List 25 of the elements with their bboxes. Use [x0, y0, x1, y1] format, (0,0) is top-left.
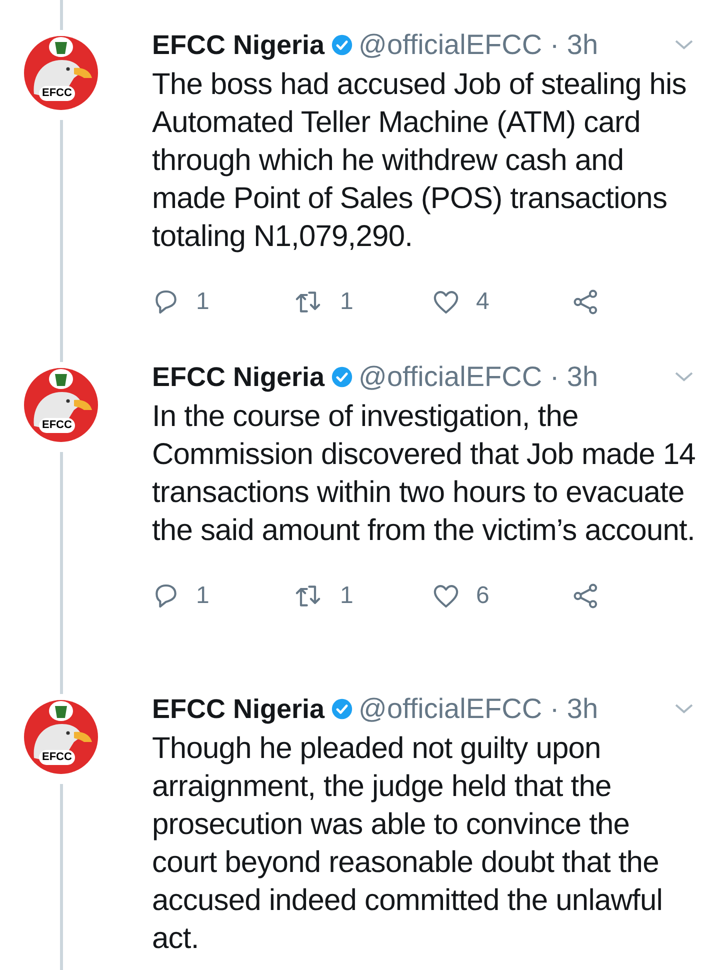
logo-label: EFCC	[39, 86, 75, 101]
like-count: 4	[476, 287, 490, 317]
eagle-logo-icon	[22, 698, 100, 776]
eagle-logo-icon	[22, 34, 100, 112]
logo-label: EFCC	[39, 418, 75, 433]
retweet-count: 1	[340, 581, 354, 611]
reply-count: 1	[196, 287, 210, 317]
reply-count: 1	[196, 581, 210, 611]
heart-icon[interactable]	[432, 582, 460, 610]
tweet-text: Though he pleaded not guilty upon arraignment, the judge held that the prosecution was able to convince the court beyond reasonable doubt that the accused indeed committed the unlawful act.	[152, 731, 664, 957]
handle-time: @officialEFCC · 3h	[358, 28, 598, 62]
author-name[interactable]: EFCC Nigeria	[152, 688, 325, 730]
like-count: 6	[476, 581, 490, 611]
retweet-count: 1	[340, 287, 354, 317]
share-icon[interactable]	[572, 288, 600, 316]
share-icon[interactable]	[572, 582, 600, 610]
heart-icon[interactable]	[432, 288, 460, 316]
tweet-text: The boss had accused Job of stealing his Automated Teller Machine (ATM) card through which he withdrew cash and made Point of Sales (POS) transactions totaling N1,079,290.	[152, 67, 688, 255]
logo-label: EFCC	[39, 750, 75, 765]
handle-time: @officialEFCC · 3h	[358, 360, 598, 394]
handle-time: @officialEFCC · 3h	[358, 692, 598, 726]
tweet-text: In the course of investigation, the Commission discovered that Job made 14 transactions within two hours to evacuate the said amount from the victim’s account.	[152, 399, 696, 549]
author-name[interactable]: EFCC Nigeria	[152, 24, 325, 66]
eagle-logo-icon	[22, 366, 100, 444]
author-name[interactable]: EFCC Nigeria	[152, 356, 325, 398]
